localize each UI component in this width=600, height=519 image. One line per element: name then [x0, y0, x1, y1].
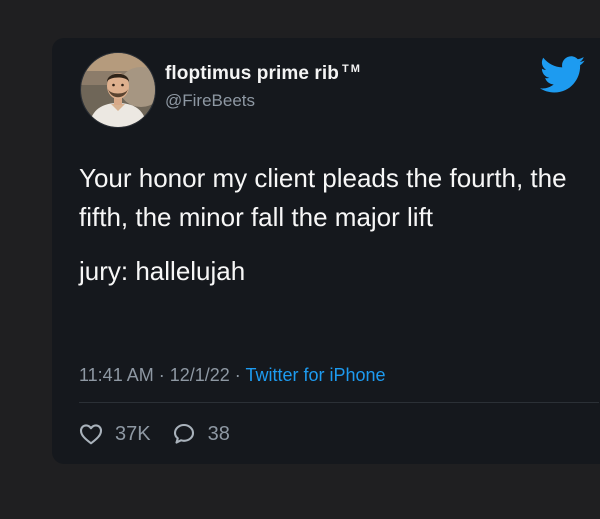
trademark-suffix: TM	[341, 63, 362, 75]
tweet-date[interactable]: 12/1/22	[170, 365, 230, 385]
meta-separator: ·	[153, 365, 170, 385]
tweet-paragraph: Your honor my client pleads the fourth, …	[79, 163, 567, 232]
user-handle[interactable]: @FireBeets	[165, 91, 255, 111]
twitter-bird-icon[interactable]	[540, 56, 586, 94]
divider	[79, 402, 599, 403]
tweet-actions: 37K 38	[79, 422, 230, 446]
meta-separator: ·	[229, 365, 246, 385]
tweet-source-link[interactable]: Twitter for iPhone	[245, 365, 385, 385]
like-button[interactable]: 37K	[79, 423, 151, 446]
reply-count: 38	[207, 422, 230, 445]
tweet-paragraph: jury: hallelujah	[79, 256, 246, 286]
tweet-card: floptimus prime rib TM @FireBeets Your ho…	[52, 38, 600, 464]
tweet-text: Your honor my client pleads the fourth, …	[79, 159, 579, 306]
reply-icon	[172, 422, 196, 446]
display-name-text: floptimus prime rib	[165, 63, 339, 84]
tweet-metadata: 11:41 AM · 12/1/22 · Twitter for iPhone	[79, 365, 386, 386]
like-count: 37K	[115, 422, 151, 445]
avatar[interactable]	[80, 52, 156, 128]
heart-icon	[79, 423, 103, 445]
avatar-photo	[81, 53, 155, 127]
tweet-time[interactable]: 11:41 AM	[79, 365, 154, 385]
display-name[interactable]: floptimus prime rib TM	[165, 63, 362, 85]
reply-button[interactable]: 38	[172, 422, 230, 446]
